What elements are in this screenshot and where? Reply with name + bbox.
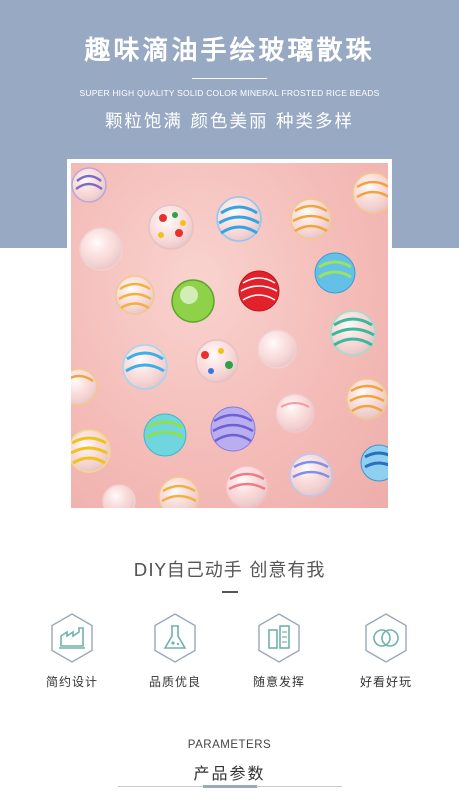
bead <box>115 275 155 315</box>
tagline: 颗粒饱满 颜色美丽 种类多样 <box>104 112 355 132</box>
bead <box>143 413 187 457</box>
bead <box>102 484 136 508</box>
feature-label: 品质优良 <box>148 675 201 689</box>
feature-label: 随意发挥 <box>252 675 305 689</box>
diy-slogan: DIY自己动手 创意有我 <box>133 560 326 581</box>
feature-freedom: 随意发挥 <box>234 612 324 690</box>
bead <box>122 344 168 390</box>
parameters-title-cn: 产品参数 <box>193 764 266 783</box>
bead <box>289 453 333 497</box>
parameters-title-en: PARAMETERS <box>187 739 272 751</box>
bead <box>71 167 107 203</box>
bead <box>238 270 280 312</box>
bead <box>346 378 388 420</box>
bead <box>158 476 200 508</box>
bead <box>225 465 269 508</box>
feature-fun: 好看好玩 <box>341 612 431 690</box>
bead <box>210 406 256 452</box>
bead <box>148 204 194 250</box>
bead <box>360 444 388 482</box>
bead <box>71 429 111 473</box>
bead <box>71 368 98 406</box>
english-subtitle: SUPER HIGH QUALITY SOLID COLOR MINERAL F… <box>79 88 380 98</box>
slogan-divider <box>222 591 238 593</box>
factory-icon <box>51 613 93 663</box>
overlapping-circles-icon <box>365 613 407 663</box>
page-title: 趣味滴油手绘玻璃散珠 <box>84 36 375 66</box>
bead <box>275 393 315 433</box>
glass-beads-image <box>71 167 388 508</box>
bead <box>216 196 262 242</box>
bead <box>79 227 123 271</box>
bead <box>330 310 376 356</box>
bead <box>314 252 356 294</box>
parameters-accent-bar <box>203 785 257 788</box>
bead <box>257 329 297 369</box>
title-divider <box>192 78 267 79</box>
bead <box>171 279 215 323</box>
feature-simple-design: 简约设计 <box>27 612 117 690</box>
flask-icon <box>154 613 196 663</box>
product-photo <box>67 159 392 512</box>
feature-label: 简约设计 <box>45 675 98 689</box>
bead <box>290 198 332 240</box>
bead <box>195 339 239 383</box>
bead <box>352 172 388 214</box>
feature-label: 好看好玩 <box>359 675 412 689</box>
tools-icon <box>258 613 300 663</box>
feature-quality: 品质优良 <box>130 612 220 690</box>
